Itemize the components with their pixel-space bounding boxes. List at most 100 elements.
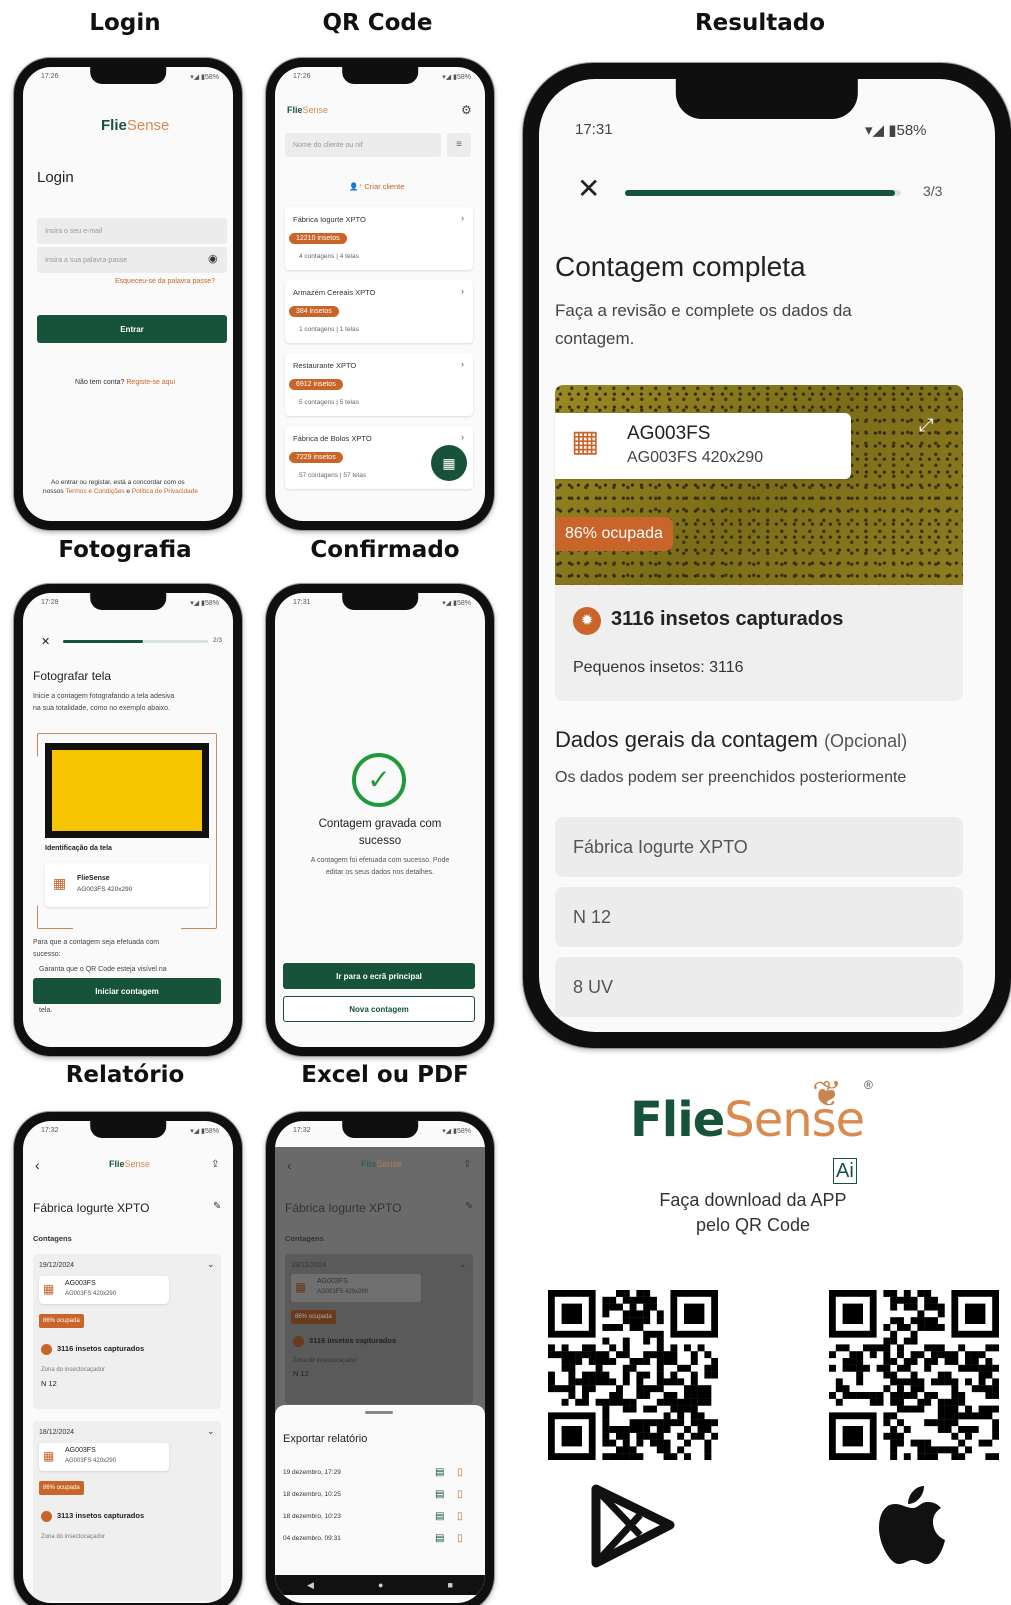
section-title: Contagens [285, 1234, 324, 1243]
export-icon[interactable]: ⇪ [211, 1159, 219, 1170]
status-icons: ▾◢ ▮58% [190, 74, 219, 81]
excel-export-icon[interactable]: ▤ [435, 1489, 444, 1500]
client-search-input[interactable]: Nome do cliente ou nif [285, 133, 441, 157]
export-icon: ⇪ [463, 1159, 472, 1170]
logo-flie: Flie [361, 1159, 377, 1169]
section-title: Contagens [33, 1234, 72, 1243]
hint-1: Para que a contagem seja efetuada com [33, 939, 160, 946]
ios-qr-code[interactable] [829, 1290, 999, 1460]
report-row: 04 dezembro, 09:31 ▤ ▯ [283, 1533, 477, 1549]
insects-badge: 7229 insetos [289, 452, 343, 463]
clock: 17:31 [575, 121, 613, 138]
entry-date: 19/12/2024 [291, 1262, 327, 1269]
filter-icon[interactable]: ≡ [447, 133, 471, 157]
download-text-2: pelo QR Code [695, 1215, 811, 1235]
privacy-link[interactable]: Política de Privacidade [132, 488, 198, 495]
android-qr-code[interactable] [548, 1290, 718, 1460]
excel-export-icon[interactable]: ▤ [435, 1511, 444, 1522]
count-entry[interactable]: 18/12/2024 ⌄ ▦ AG003FS AG003FS 420x290 8… [33, 1421, 221, 1601]
success-desc-1: A contagem foi efetuada com sucesso. Pod… [310, 857, 450, 864]
trap-sub: AG003FS 420x290 [65, 1458, 117, 1464]
pdf-export-icon[interactable]: ▯ [457, 1467, 463, 1478]
zone-field[interactable]: N 12 [555, 887, 963, 947]
chevron-right-icon: › [461, 213, 464, 223]
excel-export-icon[interactable]: ▤ [435, 1533, 444, 1544]
notch [90, 593, 166, 610]
notch [342, 67, 418, 84]
phone-login: 17:26 ▾◢ ▮58% FlieSense Login Insira o se… [14, 58, 242, 530]
home-nav-icon[interactable]: ● [378, 1580, 383, 1590]
client-card[interactable]: Restaurante XPTO › 6912 insetos 5 contag… [285, 353, 473, 416]
logo-sense: Sense [376, 1159, 403, 1169]
pdf-export-icon[interactable]: ▯ [457, 1489, 463, 1500]
recents-nav-icon[interactable]: ■ [448, 1580, 453, 1590]
client-card[interactable]: Fábrica Iogurte XPTO › 12210 insetos 4 c… [285, 207, 473, 270]
caption-qr-code: QR Code [322, 10, 433, 36]
back-nav-icon[interactable]: ◀ [307, 1580, 314, 1591]
caption-resultado: Resultado [694, 10, 826, 36]
logo-sense: Sense [126, 117, 170, 134]
sheet-handle[interactable] [365, 1411, 393, 1414]
android-nav-bar: ◀ ● ■ [275, 1575, 485, 1595]
logo-flie: Flie [630, 1092, 725, 1148]
chevron-down-icon[interactable]: ⌄ [207, 1426, 215, 1437]
client-meta: 5 contagens | 5 telas [299, 399, 359, 406]
phone-resultado: 17:31 ▾◢ ▮58% ✕ 3/3 Contagem completa Fa… [523, 63, 1011, 1048]
page-subtitle-2: contagem. [555, 329, 635, 348]
caption-confirmado: Confirmado [310, 537, 460, 563]
hint-2: sucesso: [33, 951, 61, 958]
scan-qr-fab[interactable]: ▦ [431, 445, 467, 481]
app-logo: FlieSense [361, 1159, 402, 1169]
chevron-down-icon[interactable]: ⌄ [207, 1259, 215, 1270]
register-row: Não tem conta? Registe-se aqui [75, 379, 175, 386]
start-count-button[interactable]: Iniciar contagem [33, 978, 221, 1004]
logo-flie: Flie [109, 1159, 125, 1169]
edit-icon[interactable]: ✎ [213, 1201, 221, 1212]
client-card[interactable]: Armazém Cereais XPTO › 384 insetos 1 con… [285, 280, 473, 343]
password-input[interactable]: Insira a sua palavra-passe [37, 247, 227, 273]
register-link[interactable]: Registe-se aqui [126, 379, 175, 386]
expand-icon[interactable]: ⤢ [919, 415, 933, 436]
captured-count: 3113 insetos capturados [57, 1511, 145, 1520]
email-input[interactable]: Insira o seu e-mail [37, 218, 227, 244]
status-icons: ▾◢ ▮58% [190, 600, 219, 607]
client-field[interactable]: Fábrica Iogurte XPTO [555, 817, 963, 877]
zone-label: Zona do insectocaçador [41, 1367, 106, 1373]
success-title-1: Contagem gravada com [318, 818, 442, 830]
close-icon[interactable]: ✕ [41, 635, 50, 648]
new-count-button[interactable]: Nova contagem [283, 996, 475, 1022]
qr-code-icon: ▦ [295, 1280, 307, 1294]
status-icons: ▾◢ ▮58% [190, 1128, 219, 1135]
trap-card: ▦ AG003FS AG003FS 420x290 [39, 1443, 169, 1471]
resultado-screen: 17:31 ▾◢ ▮58% ✕ 3/3 Contagem completa Fa… [539, 79, 995, 1032]
count-entry[interactable]: 19/12/2024 ⌄ ▦ AG003FS AG003FS 420x290 8… [33, 1254, 221, 1409]
edit-icon: ✎ [465, 1201, 474, 1212]
eye-off-icon[interactable]: ◉ [208, 252, 218, 265]
entry-date: 18/12/2024 [39, 1429, 75, 1436]
clock: 17:31 [293, 599, 311, 606]
occupancy-badge: 86% ocupada [39, 1481, 84, 1495]
notch [90, 67, 166, 84]
back-icon[interactable]: ‹ [35, 1157, 40, 1173]
close-icon[interactable]: ✕ [577, 175, 600, 203]
insects-badge: 384 insetos [289, 306, 339, 317]
apple-icon[interactable] [878, 1480, 948, 1565]
trap-type-field[interactable]: 8 UV [555, 957, 963, 1017]
forgot-password-link[interactable]: Esqueceu-se da palavra passe? [115, 278, 215, 285]
qr-code-icon: ▦ [53, 875, 67, 891]
pdf-export-icon[interactable]: ▯ [457, 1511, 463, 1522]
download-text-1: Faça download da APP [659, 1190, 847, 1210]
report-row: 19 dezembro, 17:29 ▤ ▯ [283, 1467, 477, 1483]
client-meta: 1 contagens | 1 telas [299, 326, 359, 333]
google-play-icon[interactable] [588, 1483, 678, 1568]
leaf-icon: ❦ [812, 1073, 843, 1114]
terms-link[interactable]: Termos e Condições [65, 488, 124, 495]
phone-relatorio: 17:32 ▾◢ ▮58% ‹ FlieSense ⇪ Fábrica Iogur… [14, 1112, 242, 1605]
enter-button[interactable]: Entrar [37, 315, 227, 343]
create-client-button[interactable]: 👤⁺ Criar cliente [349, 182, 404, 191]
go-home-button[interactable]: Ir para o ecrã principal [283, 963, 475, 989]
bug-icon [293, 1336, 304, 1347]
excel-export-icon[interactable]: ▤ [435, 1467, 444, 1478]
pdf-export-icon[interactable]: ▯ [457, 1533, 463, 1544]
settings-gear-icon[interactable]: ⚙ [461, 103, 472, 117]
